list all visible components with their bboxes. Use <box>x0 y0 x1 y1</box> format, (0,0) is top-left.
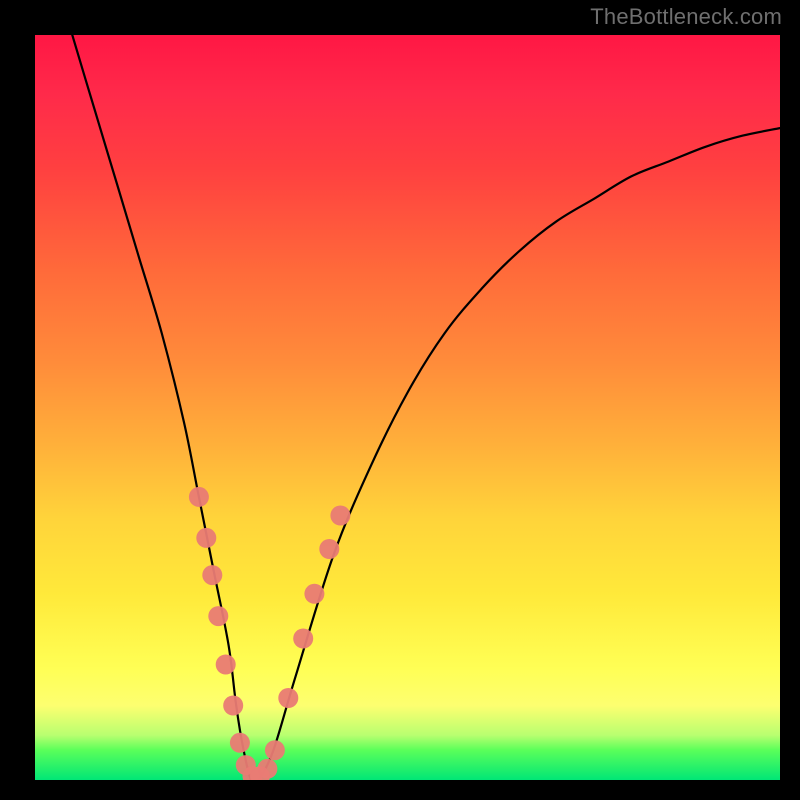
data-marker <box>216 655 236 675</box>
data-marker <box>196 528 216 548</box>
data-marker <box>202 565 222 585</box>
data-marker <box>257 759 277 779</box>
data-marker <box>293 629 313 649</box>
data-marker <box>304 584 324 604</box>
bottleneck-curve-svg <box>35 35 780 780</box>
data-marker <box>189 487 209 507</box>
data-marker <box>330 506 350 526</box>
bottleneck-curve <box>72 35 780 780</box>
data-marker <box>319 539 339 559</box>
data-marker <box>230 733 250 753</box>
data-marker <box>265 740 285 760</box>
data-marker <box>223 696 243 716</box>
data-marker <box>208 606 228 626</box>
data-marker <box>278 688 298 708</box>
plot-area <box>35 35 780 780</box>
chart-frame: TheBottleneck.com <box>0 0 800 800</box>
watermark-text: TheBottleneck.com <box>590 4 782 30</box>
